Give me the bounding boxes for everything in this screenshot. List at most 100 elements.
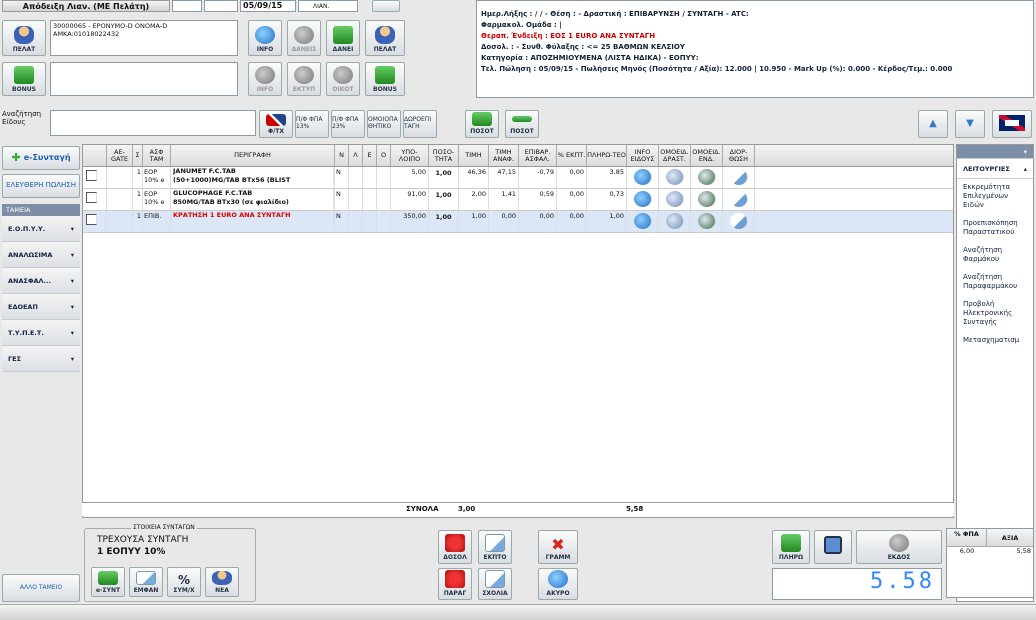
bonus2-button[interactable]: BONUS xyxy=(365,62,405,96)
col-timi: ΤΙΜΗ xyxy=(459,145,489,166)
similar-search-icon xyxy=(665,213,684,229)
menu-transform[interactable]: Μετασχηματισμ xyxy=(957,332,1033,350)
cell-qty: 1,00 xyxy=(429,211,459,232)
qty-plus-button[interactable]: ΠΟΣΟΤ xyxy=(465,110,499,138)
table-row[interactable]: 1 EOP 10% e JANUMET F.C.TAB (50+1000)MG/TAB… xyxy=(83,167,953,189)
row-info-button[interactable] xyxy=(627,167,659,188)
fund-analosima[interactable]: ΑΝΑΛΩΣΙΜΑ ▾ xyxy=(2,242,80,268)
menu-search-drug[interactable]: Αναζήτηση Φαρμάκου xyxy=(957,242,1033,269)
row-edit-doc-button[interactable] xyxy=(723,211,755,232)
checkbox[interactable] xyxy=(86,170,97,181)
col-qty: ΠΟΣΟ-ΤΗΤΑ xyxy=(429,145,459,166)
calc-button[interactable] xyxy=(372,0,400,12)
free-sale-button[interactable]: ΕΛΕΥΘΕΡΗ ΠΩΛΗΣΗ xyxy=(2,174,80,198)
loan2-button[interactable]: ΔΑΝΕΙ xyxy=(326,20,360,56)
totals-pay: 5,58 xyxy=(626,505,644,513)
row-similar-indication-button[interactable] xyxy=(691,167,723,188)
e-synt-button[interactable]: e-ΣΥΝΤ xyxy=(91,567,125,597)
table-row[interactable]: 1 EOP 10% e GLUCOPHAGE F.C.TAB 850MG/TAB BT… xyxy=(83,189,953,211)
cell-ekpt: 0,00 xyxy=(557,167,587,188)
info2-button[interactable]: INFO xyxy=(248,62,282,96)
cell-empty xyxy=(363,211,377,232)
row-checkbox[interactable] xyxy=(83,167,107,188)
bonus-field[interactable] xyxy=(50,62,238,96)
print-button[interactable]: ΕΚΤΥΠ xyxy=(287,62,321,96)
checkbox[interactable] xyxy=(86,214,97,225)
row-info-button[interactable] xyxy=(627,189,659,210)
scroll-down-button[interactable]: ▼ xyxy=(955,110,985,138)
bonus-button[interactable]: BONUS xyxy=(2,62,46,96)
show-button[interactable]: ΕΜΦΑΝ xyxy=(129,567,163,597)
cell-timi: 2,00 xyxy=(459,189,489,210)
customer-button[interactable]: ΠΕΛΑΤ xyxy=(2,20,46,56)
omoiop-button[interactable]: ΟΜΟΙΟΠΑ ΘΗΤΙΚΟ xyxy=(367,110,401,138)
dosage-button[interactable]: ΔΟΣΟΛ xyxy=(438,530,472,564)
cell-epib: 0,00 xyxy=(519,211,557,232)
row-similar-indication-button[interactable] xyxy=(691,189,723,210)
date-field[interactable]: 05/09/15 xyxy=(240,0,296,12)
pf13-button[interactable]: Π/Φ ΦΠΑ 13% xyxy=(295,110,329,138)
add-customer-button[interactable]: ΠΕΛΑΤ xyxy=(365,20,405,56)
menu-preview[interactable]: Προεπισκόπηση Παραστατικού xyxy=(957,215,1033,242)
pay-button[interactable]: ΠΛΗΡΩ xyxy=(772,530,810,564)
cell-empty xyxy=(377,167,391,188)
row-info-button[interactable] xyxy=(627,211,659,232)
functions-header[interactable]: ▾ xyxy=(957,145,1033,159)
oikot-button[interactable]: ΟΙΚΟΤ xyxy=(326,62,360,96)
percent-button[interactable]: % ΣΥΜ/Χ xyxy=(167,567,201,597)
search-input[interactable] xyxy=(50,110,256,136)
fund-typet[interactable]: Τ.Υ.Π.Ε.Τ. ▾ xyxy=(2,320,80,346)
similar-indication-icon xyxy=(697,191,716,207)
uk-flag-icon xyxy=(999,115,1025,131)
checkbox[interactable] xyxy=(86,192,97,203)
row-edit-doc-button[interactable] xyxy=(723,189,755,210)
discount-button[interactable]: ΕΚΠΤΟ xyxy=(478,530,512,564)
cancel-icon xyxy=(548,570,568,588)
save-button[interactable] xyxy=(814,530,852,564)
fund-ges[interactable]: ΓΕΣ ▾ xyxy=(2,346,80,372)
qty-minus-button[interactable]: ΠΟΣΟΤ xyxy=(505,110,539,138)
e-prescription-icon: ✚ xyxy=(11,150,21,164)
table-row[interactable]: 1 ΕΠΙΒ. ΚΡΑΤΗΣΗ 1 EURO ΑΝΑ ΣΥΝΤΑΓΗ N 350,00 1… xyxy=(83,211,953,233)
e-prescription-button[interactable]: ✚ e-Συνταγή xyxy=(2,146,80,170)
fund-anasfal[interactable]: ΑΝΑΣΦΑΛ... ▾ xyxy=(2,268,80,294)
row-similar-search-button[interactable] xyxy=(659,167,691,188)
dosage-icon xyxy=(445,534,465,552)
doc-series-field[interactable] xyxy=(204,0,238,12)
fund-edoeap[interactable]: ΕΔΟΕΑΠ ▾ xyxy=(2,294,80,320)
cell-empty xyxy=(349,167,363,188)
row-checkbox[interactable] xyxy=(83,211,107,232)
cancel-button[interactable]: ΑΚΥΡΟ xyxy=(538,568,578,600)
menu-view-eprescription[interactable]: Προβολή Ηλεκτρονικής Συνταγής xyxy=(957,296,1033,332)
fpa-tx-button[interactable]: Φ/ΤΧ xyxy=(259,110,293,138)
new-button[interactable]: ΝΕΑ xyxy=(205,567,239,597)
edit-doc-icon xyxy=(729,213,748,229)
col-ypol: ΥΠΟ-ΛΟΙΠΟ xyxy=(391,145,429,166)
row-edit-doc-button[interactable] xyxy=(723,167,755,188)
info-button[interactable]: INFO xyxy=(248,20,282,56)
row-checkbox[interactable] xyxy=(83,189,107,210)
fund-eopyy[interactable]: Ε.Ο.Π.Υ.Υ. ▾ xyxy=(2,216,80,242)
pf23-button[interactable]: Π/Φ ΦΠΑ 23% xyxy=(331,110,365,138)
menu-search-para[interactable]: Αναζήτηση Παραφαρμάκου xyxy=(957,269,1033,296)
row-similar-search-button[interactable] xyxy=(659,211,691,232)
info2-icon xyxy=(255,66,275,84)
comments-button[interactable]: ΣΧΟΛΙΑ xyxy=(478,568,512,600)
dwroep-button[interactable]: ΔΩΡΟΕΠΙ ΤΑΓΗ xyxy=(403,110,437,138)
row-similar-indication-button[interactable] xyxy=(691,211,723,232)
doc-number-field[interactable] xyxy=(172,0,202,12)
other-fund-button[interactable]: ΑΛΛΟ ΤΑΜΕΙΟ xyxy=(2,574,80,602)
issue-button[interactable]: ΕΚΔΟΣ xyxy=(856,530,942,564)
delete-line-button[interactable]: ✖ ΓΡΑΜΜ xyxy=(538,530,578,564)
cell-empty xyxy=(363,167,377,188)
row-description: ΚΡΑΤΗΣΗ 1 EURO ΑΝΑ ΣΥΝΤΑΓΗ xyxy=(171,211,335,232)
row-similar-search-button[interactable] xyxy=(659,189,691,210)
doc-type-field[interactable]: ΛΙΑΝ. xyxy=(298,0,358,12)
scroll-up-button[interactable]: ▲ xyxy=(918,110,948,138)
totals-row: ΣΥΝΟΛΑ 3,00 5,58 xyxy=(82,502,954,516)
items-grid: ΑΕ-GATE Σ ΑΣΦ ΤΑΜ ΠΕΡΙΓΡΑΦΗ Ν Λ Ε Ο ΥΠΟ-… xyxy=(82,144,954,518)
loan-button[interactable]: ΔΑΝΕΙΣ xyxy=(287,20,321,56)
order-button[interactable]: ΠΑΡΑΓ xyxy=(438,568,472,600)
language-button[interactable] xyxy=(992,110,1032,138)
menu-pending[interactable]: Εκκρεμότητα Επιλεγμένων Ειδών xyxy=(957,179,1033,215)
